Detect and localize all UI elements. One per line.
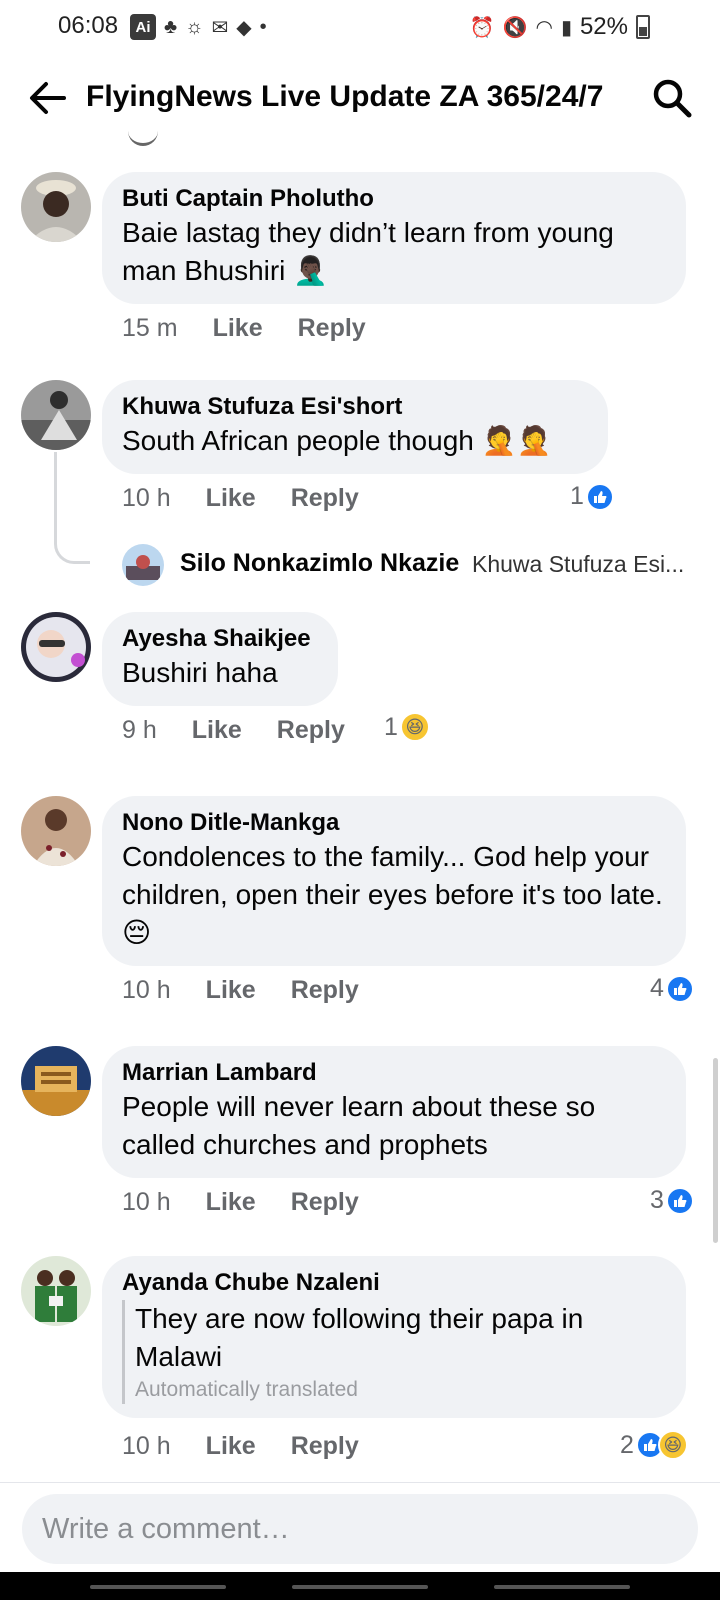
like-button[interactable]: Like [206, 976, 256, 1005]
comment-actions: 10 h Like Reply [122, 1188, 359, 1217]
status-bar: 06:08 Ai ♣ ☼ ✉ ◆ • ⏰ 🔇 ◠ ▮ 52% [0, 0, 720, 56]
comment-actions: 10 h Like Reply [122, 976, 359, 1005]
comment-time[interactable]: 10 h [122, 1432, 171, 1461]
like-reaction-icon [585, 482, 614, 511]
like-button[interactable]: Like [206, 1432, 256, 1461]
reply-preview[interactable]: Silo Nonkazimlo Nkazie Khuwa Stufuza Esi… [122, 544, 702, 588]
comment-time[interactable]: 10 h [122, 484, 171, 513]
avatar[interactable] [21, 172, 91, 242]
status-time: 06:08 [58, 12, 119, 39]
reply-button[interactable]: Reply [277, 716, 345, 745]
comment-actions: 10 h Like Reply [122, 484, 359, 513]
back-arrow-icon[interactable] [26, 78, 70, 118]
reaction-summary[interactable]: 4 [650, 974, 694, 1003]
comment-time[interactable]: 15 m [122, 314, 178, 343]
reply-author: Silo Nonkazimlo Nkazie [180, 549, 460, 577]
comment-time[interactable]: 10 h [122, 1188, 171, 1217]
comment-actions: 9 h Like Reply [122, 716, 345, 745]
reaction-summary[interactable]: 1 😆 [384, 712, 430, 742]
search-icon[interactable] [650, 76, 694, 120]
composer-divider [0, 1482, 720, 1483]
comment-author[interactable]: Buti Captain Pholutho [122, 184, 666, 214]
like-button[interactable]: Like [192, 716, 242, 745]
recents-button[interactable] [90, 1585, 226, 1589]
notification-icons: Ai ♣ ☼ ✉ ◆ • [130, 14, 267, 40]
reply-button[interactable]: Reply [291, 1432, 359, 1461]
comment-bubble[interactable]: Nono Ditle-Mankga Condolences to the fam… [102, 796, 686, 966]
reply-button[interactable]: Reply [291, 484, 359, 513]
translated-content: They are now following their papa in Mal… [122, 1300, 666, 1404]
home-button[interactable] [292, 1585, 428, 1589]
comment-text: Condolences to the family... God help yo… [122, 841, 663, 948]
like-reaction-icon [665, 1186, 694, 1215]
reaction-summary[interactable]: 3 [650, 1186, 694, 1215]
reply-thread-connector [54, 452, 90, 564]
comment-bubble[interactable]: Marrian Lambard People will never learn … [102, 1046, 686, 1178]
like-button[interactable]: Like [213, 314, 263, 343]
reaction-count: 1 [570, 482, 584, 510]
comment-bubble[interactable]: Ayesha Shaikjee Bushiri haha [102, 612, 338, 706]
reaction-summary[interactable]: 2 😆 [620, 1430, 688, 1460]
comment-actions: 15 m Like Reply [122, 314, 366, 343]
system-icons: ⏰ 🔇 ◠ ▮ 52% [470, 13, 650, 41]
comment-author[interactable]: Khuwa Stufuza Esi'short [122, 392, 588, 422]
reaction-count: 1 [384, 712, 398, 741]
haha-reaction-icon: 😆 [399, 712, 430, 742]
translation-note[interactable]: Automatically translated [135, 1376, 666, 1404]
comment-bubble[interactable]: Ayanda Chube Nzaleni They are now follow… [102, 1256, 686, 1418]
signal-icon: ▮ [560, 16, 572, 39]
comment-bubble[interactable]: Buti Captain Pholutho Baie lastag they d… [102, 172, 686, 304]
avatar[interactable] [21, 380, 91, 450]
avatar[interactable] [122, 544, 164, 586]
comment-input[interactable] [42, 1494, 672, 1564]
app-notification-icon: ♣ [164, 15, 178, 38]
more-notifications-icon: • [259, 15, 267, 38]
comment-author[interactable]: Nono Ditle-Mankga [122, 808, 666, 838]
reply-button[interactable]: Reply [291, 976, 359, 1005]
comment-time[interactable]: 9 h [122, 716, 157, 745]
like-reaction-icon [665, 974, 694, 1003]
comment-bubble[interactable]: Khuwa Stufuza Esi'short South African pe… [102, 380, 608, 474]
back-button[interactable] [494, 1585, 630, 1589]
reaction-count: 4 [650, 974, 664, 1002]
diamond-app-icon: ◆ [236, 16, 252, 39]
comment-text: People will never learn about these so c… [122, 1091, 596, 1160]
previous-comment-avatar-edge [128, 126, 158, 146]
comment-text: Bushiri haha [122, 657, 278, 688]
scrollbar[interactable] [713, 1058, 718, 1243]
wifi-icon: ◠ [535, 16, 553, 39]
reply-button[interactable]: Reply [298, 314, 366, 343]
ai-icon: Ai [130, 14, 156, 40]
comment-text: South African people though 🤦🤦 [122, 425, 552, 456]
page-title: FlyingNews Live Update ZA 365/24/7 [86, 80, 604, 113]
comment-time[interactable]: 10 h [122, 976, 171, 1005]
top-app-bar: FlyingNews Live Update ZA 365/24/7 [0, 62, 720, 132]
reaction-count: 2 [620, 1430, 634, 1459]
reply-button[interactable]: Reply [291, 1188, 359, 1217]
avatar[interactable] [21, 1256, 91, 1326]
system-navigation-bar [0, 1572, 720, 1600]
reaction-summary[interactable]: 1 [570, 482, 614, 511]
avatar[interactable] [21, 1046, 91, 1116]
gmail-icon: ✉ [211, 16, 229, 39]
weather-icon: ☼ [185, 15, 204, 38]
comment-composer[interactable] [22, 1494, 698, 1564]
avatar[interactable] [21, 796, 91, 866]
avatar[interactable] [21, 612, 91, 682]
comment-text: Baie lastag they didn’t learn from young… [122, 217, 614, 286]
like-button[interactable]: Like [206, 484, 256, 513]
comment-author[interactable]: Marrian Lambard [122, 1058, 666, 1088]
reaction-count: 3 [650, 1186, 664, 1214]
comment-actions: 10 h Like Reply [122, 1432, 359, 1461]
reply-snippet: Khuwa Stufuza Esi... [472, 551, 685, 577]
battery-icon [636, 15, 650, 39]
comment-author[interactable]: Ayesha Shaikjee [122, 624, 318, 654]
like-button[interactable]: Like [206, 1188, 256, 1217]
haha-reaction-icon: 😆 [657, 1430, 688, 1460]
alarm-icon: ⏰ [469, 16, 495, 39]
battery-percent: 52% [579, 13, 628, 40]
comment-text: They are now following their papa in Mal… [135, 1303, 584, 1372]
comment-author[interactable]: Ayanda Chube Nzaleni [122, 1268, 666, 1298]
mute-icon: 🔇 [502, 16, 528, 39]
